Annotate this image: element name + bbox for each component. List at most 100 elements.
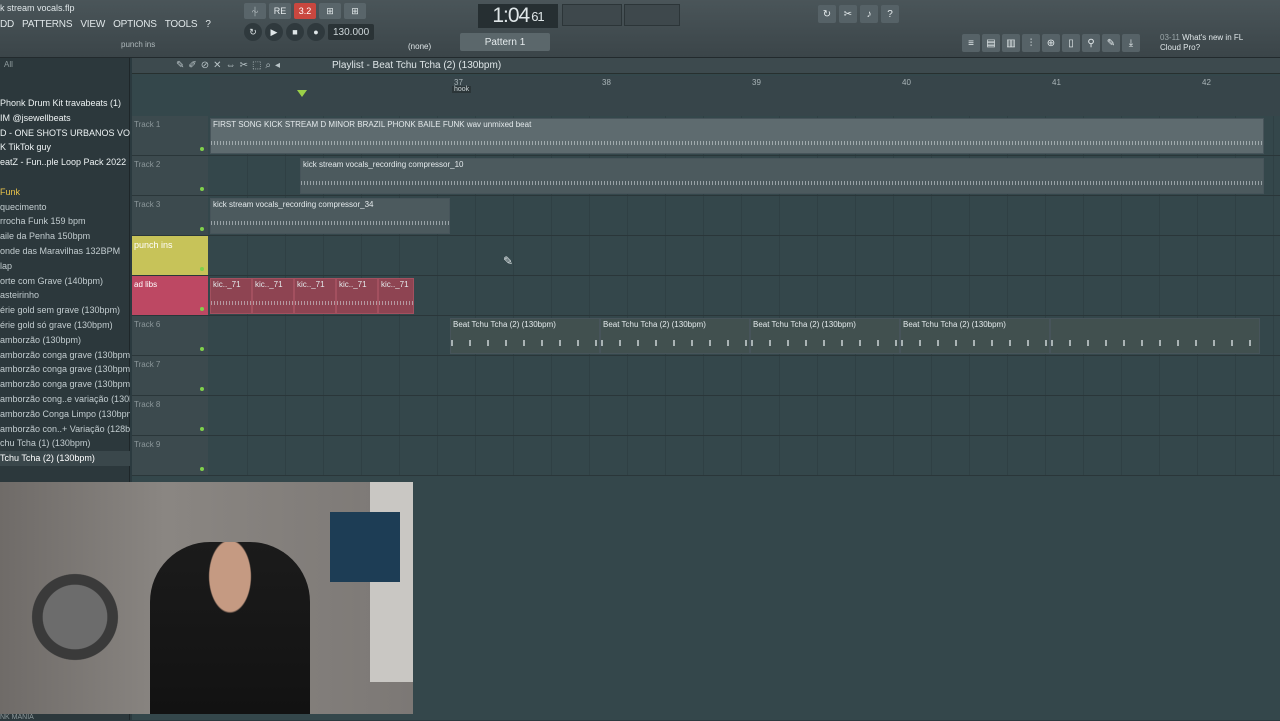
track-led[interactable] [200, 147, 204, 151]
pattern-clip[interactable]: Beat Tchu Tcha (2) (130bpm) [750, 318, 900, 354]
track-lane[interactable] [210, 356, 1280, 395]
stop-icon[interactable]: ■ [286, 23, 304, 41]
browser-item[interactable]: rrocha Funk 159 bpm [0, 214, 130, 229]
menu-help[interactable]: ? [205, 19, 211, 30]
audio-clip[interactable]: kick stream vocals_recording compressor_… [300, 158, 1264, 194]
browser-item[interactable]: amborzão conga grave (130bpm) (1) [0, 348, 130, 363]
marker-hook[interactable]: hook [452, 86, 472, 93]
track-lane[interactable]: Beat Tchu Tcha (2) (130bpm) Beat Tchu Tc… [210, 316, 1280, 355]
track-header[interactable]: Track 7 [132, 356, 208, 395]
browser-item[interactable]: amborzão Conga Limpo (130bpm) [0, 407, 130, 422]
browser-item[interactable]: érie gold só grave (130bpm) [0, 318, 130, 333]
pattern-clip[interactable]: Beat Tchu Tcha (2) (130bpm) [900, 318, 1050, 354]
browser-item[interactable]: amborzão con..+ Variação (128bpm) [0, 422, 130, 437]
track-lane[interactable]: kic.._71 kic.._71 kic.._71 kic.._71 kic.… [210, 276, 1280, 315]
record-icon[interactable]: ● [307, 23, 325, 41]
mute-icon[interactable]: ✕ [213, 60, 221, 71]
menu-file[interactable]: DD [0, 19, 14, 30]
file-icon[interactable]: ▯ [1062, 34, 1080, 52]
browser-item[interactable]: Funk [0, 185, 130, 200]
countdown-button[interactable]: 3.2 [294, 3, 316, 19]
playlist-icon[interactable]: ≡ [962, 34, 980, 52]
audio-clip[interactable]: FIRST SONG KICK STREAM D MINOR BRAZIL PH… [210, 118, 1264, 154]
track-header[interactable]: ad libs [132, 276, 208, 315]
browser-item[interactable]: chu Tcha (1) (130bpm) [0, 436, 130, 451]
brush-icon[interactable]: ✎ [1102, 34, 1120, 52]
pattern-selector[interactable]: Pattern 1 [460, 33, 550, 51]
play-icon[interactable]: ▶ [265, 23, 283, 41]
track-header[interactable]: Track 8 [132, 396, 208, 435]
browser-item[interactable]: aile da Penha 150bpm [0, 229, 130, 244]
mixer-icon[interactable]: ⫶ [1022, 34, 1040, 52]
track-led[interactable] [200, 267, 204, 271]
audio-clip[interactable]: kick stream vocals_recording compressor_… [210, 198, 450, 234]
select-icon[interactable]: ⬚ [252, 60, 261, 71]
browser-filter[interactable]: All [0, 58, 129, 71]
track-header[interactable]: Track 1 [132, 116, 208, 155]
browser-item[interactable]: Phonk Drum Kit travabeats (1) [0, 96, 130, 111]
plug-icon[interactable]: ⚲ [1082, 34, 1100, 52]
browser-item[interactable]: amborzão cong..e variação (130bpm) [0, 392, 130, 407]
delete-icon[interactable]: ⊘ [201, 60, 209, 71]
browser-item[interactable]: eatZ - Fun..ple Loop Pack 2022 [0, 155, 130, 170]
audio-clip[interactable]: kic.._71 [252, 278, 294, 314]
track-led[interactable] [200, 387, 204, 391]
pencil-icon[interactable]: ✎ [176, 60, 184, 71]
pattern-clip[interactable]: Beat Tchu Tcha (2) (130bpm) [600, 318, 750, 354]
menu-patterns[interactable]: PATTERNS [22, 19, 72, 30]
track-lane[interactable]: kick stream vocals_recording compressor_… [210, 196, 1280, 235]
track-lane[interactable] [210, 436, 1280, 475]
track-led[interactable] [200, 347, 204, 351]
loop-icon[interactable]: ↻ [244, 23, 262, 41]
browser-item[interactable]: D - ONE SHOTS URBANOS VOL. 2 [0, 126, 130, 141]
browser-item[interactable]: asteirinho [0, 288, 130, 303]
metronome-icon[interactable]: ⏆ [244, 3, 266, 19]
help-icon[interactable]: ? [881, 5, 899, 23]
browser-item[interactable]: K TikTok guy [0, 140, 130, 155]
scissors-icon[interactable]: ✂ [839, 5, 857, 23]
track-led[interactable] [200, 427, 204, 431]
slice-icon[interactable]: ✂ [240, 60, 248, 71]
playhead-marker[interactable] [297, 90, 307, 97]
timeline-ruler[interactable] [210, 76, 1280, 116]
browser-item[interactable]: Tchu Tcha (2) (130bpm) [0, 451, 130, 466]
audio-clip[interactable]: kic.._71 [294, 278, 336, 314]
track-lane[interactable] [210, 396, 1280, 435]
blend-notes-button[interactable]: ⊞ [344, 3, 366, 19]
browser-item[interactable]: érie gold sem grave (130bpm) [0, 303, 130, 318]
browser-item[interactable]: amborzão conga grave (130bpm) (3) [0, 377, 130, 392]
news-panel[interactable]: 03-11 What's new in FL Cloud Pro? [1160, 33, 1243, 53]
browser-item[interactable]: onde das Maravilhas 132BPM [0, 244, 130, 259]
paint-icon[interactable]: ✐ [188, 60, 196, 71]
track-header[interactable]: Track 6 [132, 316, 208, 355]
track-led[interactable] [200, 227, 204, 231]
download-icon[interactable]: ⤓ [1122, 34, 1140, 52]
track-lane[interactable] [210, 236, 1280, 275]
microphone-icon[interactable]: ♪ [860, 5, 878, 23]
browser-item[interactable]: IM @jsewellbeats [0, 111, 130, 126]
track-header[interactable]: punch ins [132, 236, 208, 275]
track-led[interactable] [200, 307, 204, 311]
slip-icon[interactable]: ⇔ [226, 60, 236, 71]
menu-tools[interactable]: TOOLS [165, 19, 198, 30]
track-led[interactable] [200, 467, 204, 471]
snap-selector[interactable]: (none) [408, 42, 431, 51]
browser-item[interactable]: amborzão conga grave (130bpm) (2) [0, 362, 130, 377]
track-header[interactable]: Track 3 [132, 196, 208, 235]
refresh-icon[interactable]: ↻ [818, 5, 836, 23]
audio-clip[interactable]: kic.._71 [378, 278, 414, 314]
browser-item[interactable] [0, 170, 130, 185]
plugin-icon[interactable]: ⊕ [1042, 34, 1060, 52]
pattern-clip[interactable] [1050, 318, 1260, 354]
browser-item[interactable]: amborzão (130bpm) [0, 333, 130, 348]
browser-item[interactable]: orte com Grave (140bpm) [0, 274, 130, 289]
play-tool-icon[interactable]: ◂ [275, 60, 280, 71]
track-lane[interactable]: FIRST SONG KICK STREAM D MINOR BRAZIL PH… [210, 116, 1280, 155]
browser-item[interactable]: quecimento [0, 200, 130, 215]
menu-view[interactable]: VIEW [80, 19, 105, 30]
audio-clip[interactable]: kic.._71 [336, 278, 378, 314]
tempo-display[interactable]: 130.000 [328, 24, 375, 40]
step-edit-button[interactable]: ⊞ [319, 3, 341, 19]
browser-item[interactable]: lap [0, 259, 130, 274]
record-mode-button[interactable]: RE [269, 3, 291, 19]
